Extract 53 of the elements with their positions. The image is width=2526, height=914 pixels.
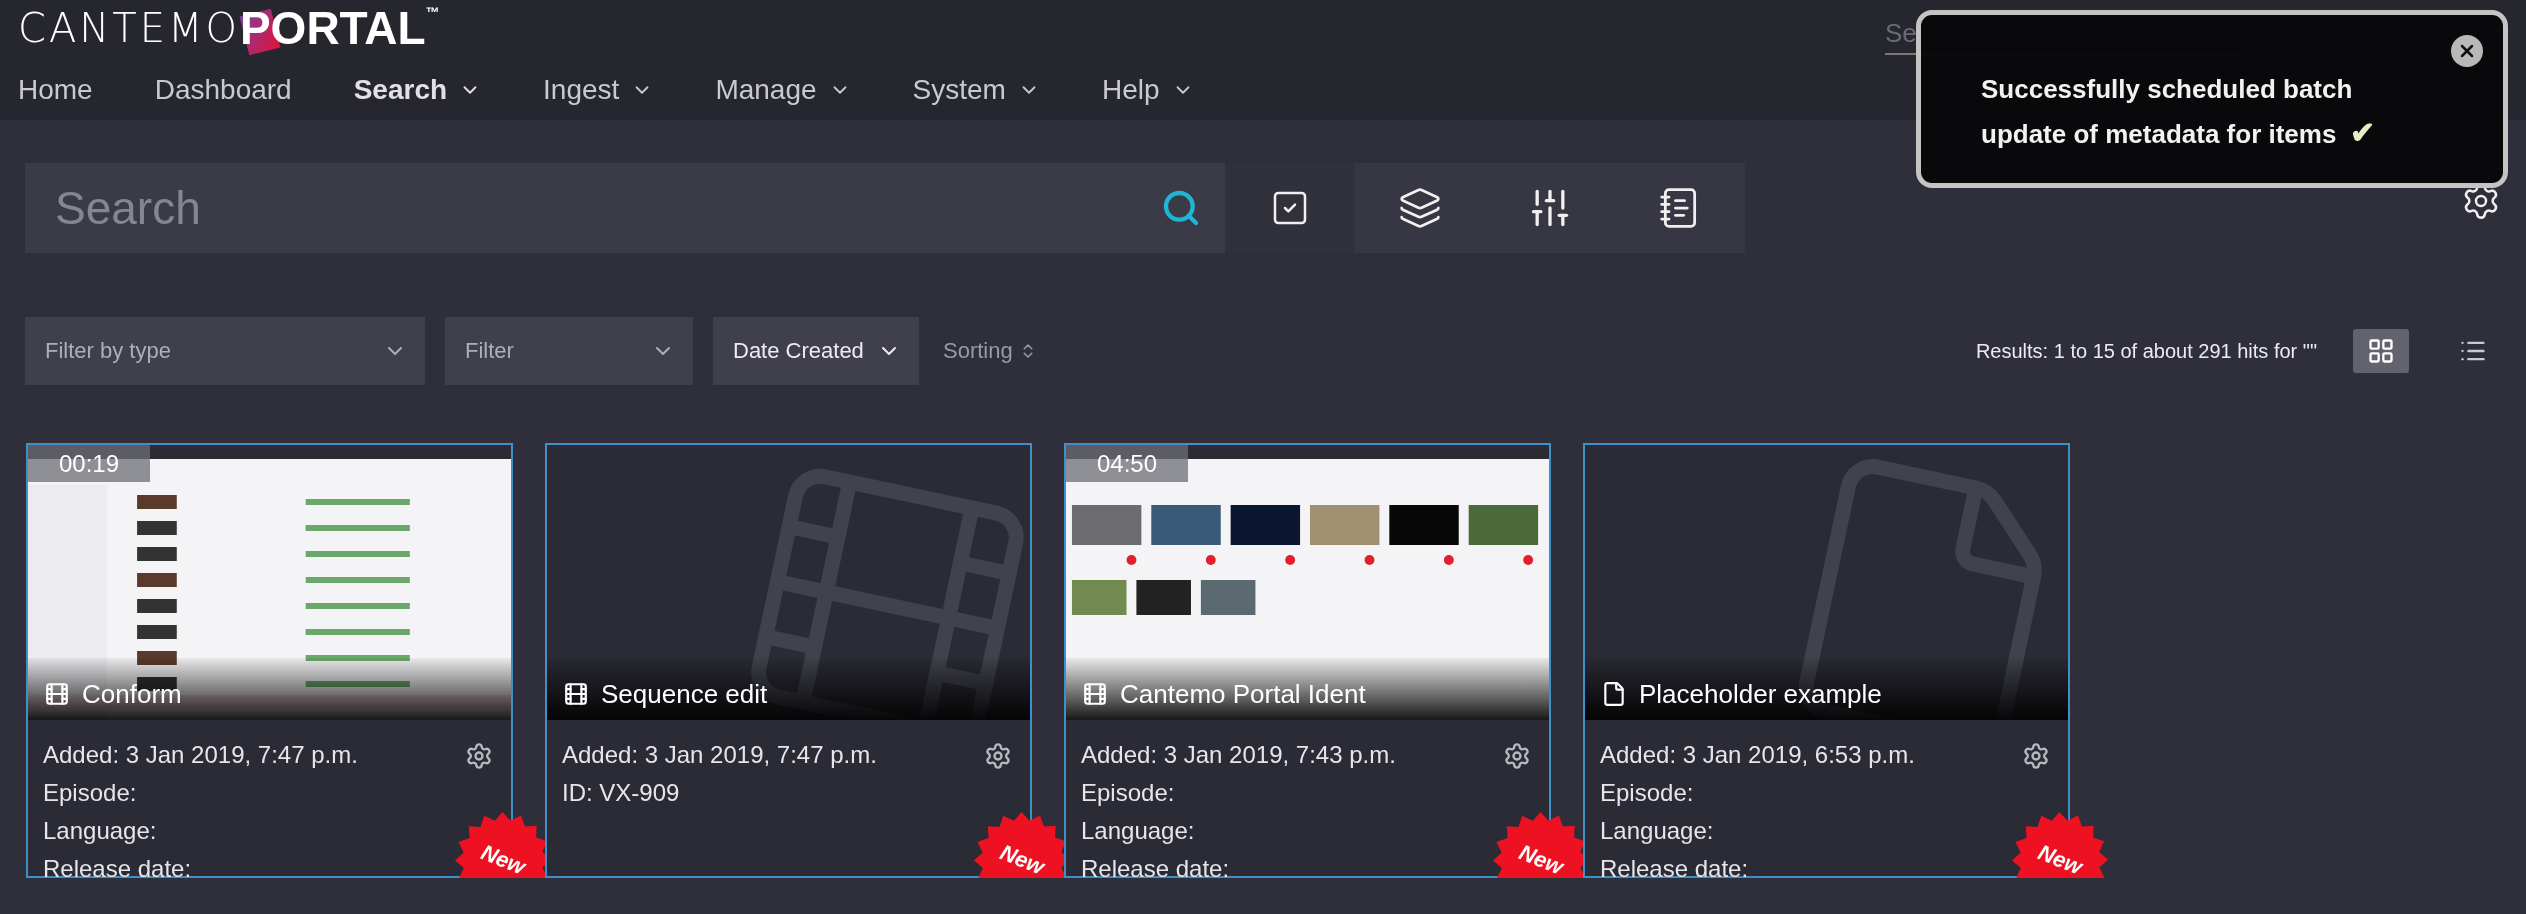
card-title: Conform <box>82 678 182 710</box>
gear-icon <box>1503 742 1531 770</box>
metadata-line: Release date: <box>1081 854 1230 878</box>
card-title: Sequence edit <box>601 678 768 710</box>
metadata-line: Added: 3 Jan 2019, 7:47 p.m. <box>43 740 358 770</box>
metadata-line: Added: 3 Jan 2019, 7:47 p.m. <box>562 740 877 770</box>
gear-icon <box>2022 742 2050 770</box>
metadata-line: Language: <box>1081 816 1195 846</box>
metadata-line: Language: <box>43 816 157 846</box>
settings-button[interactable] <box>2022 742 2050 770</box>
notepad-button[interactable] <box>1615 163 1745 253</box>
nav-item[interactable]: Search <box>353 74 482 106</box>
gear-icon <box>984 742 1012 770</box>
film-icon <box>44 681 70 707</box>
sorting-button[interactable]: Sorting <box>939 338 1041 364</box>
grid-icon <box>2367 337 2395 365</box>
layers-icon <box>1398 186 1442 230</box>
metadata-line: Added: 3 Jan 2019, 7:43 p.m. <box>1081 740 1396 770</box>
metadata-line: Episode: <box>43 778 137 808</box>
metadata-line: Episode: <box>1600 778 1694 808</box>
gear-icon <box>465 742 493 770</box>
nav-item[interactable]: System <box>912 74 1040 106</box>
duration-label: 00:19 <box>28 445 150 482</box>
nav-item[interactable]: Manage <box>715 74 851 106</box>
search-icon[interactable] <box>1161 188 1201 228</box>
metadata-line: ID: VX-909 <box>562 778 680 808</box>
card-title: Cantemo Portal Ident <box>1120 678 1366 710</box>
metadata-line: Release date: <box>43 854 192 878</box>
filter-select[interactable]: Filter by type <box>25 317 425 385</box>
metadata-line: Language: <box>1600 816 1714 846</box>
close-button[interactable] <box>2451 35 2483 67</box>
settings-button[interactable] <box>984 742 1012 770</box>
duration-label: 04:50 <box>1066 445 1188 482</box>
grid-view-button[interactable] <box>2353 329 2409 373</box>
film-icon <box>1082 681 1108 707</box>
film-icon <box>563 681 589 707</box>
nav-item[interactable]: Home <box>18 74 93 106</box>
metadata-line: Release date: <box>1600 854 1749 878</box>
nav-item[interactable]: Help <box>1101 74 1194 106</box>
search-field[interactable]: Search <box>25 163 1137 253</box>
layers-button[interactable] <box>1355 163 1485 253</box>
nav-item[interactable]: Ingest <box>543 74 654 106</box>
toast-message: Successfully scheduled batch update of metadata for items ✔ <box>1981 73 2377 151</box>
metadata-line: Added: 3 Jan 2019, 6:53 p.m. <box>1600 740 1915 770</box>
filter-select[interactable]: Date Created <box>713 317 919 385</box>
metadata-line: Episode: <box>1081 778 1175 808</box>
document-icon <box>1601 681 1627 707</box>
settings-button[interactable] <box>465 742 493 770</box>
card-title: Placeholder example <box>1639 678 1882 710</box>
nav-item[interactable]: Dashboard <box>154 74 292 106</box>
filter-select[interactable]: Filter <box>445 317 693 385</box>
results-count: Results: 1 to 15 of about 291 hits for "" <box>1975 339 2317 363</box>
settings-button[interactable] <box>1503 742 1531 770</box>
